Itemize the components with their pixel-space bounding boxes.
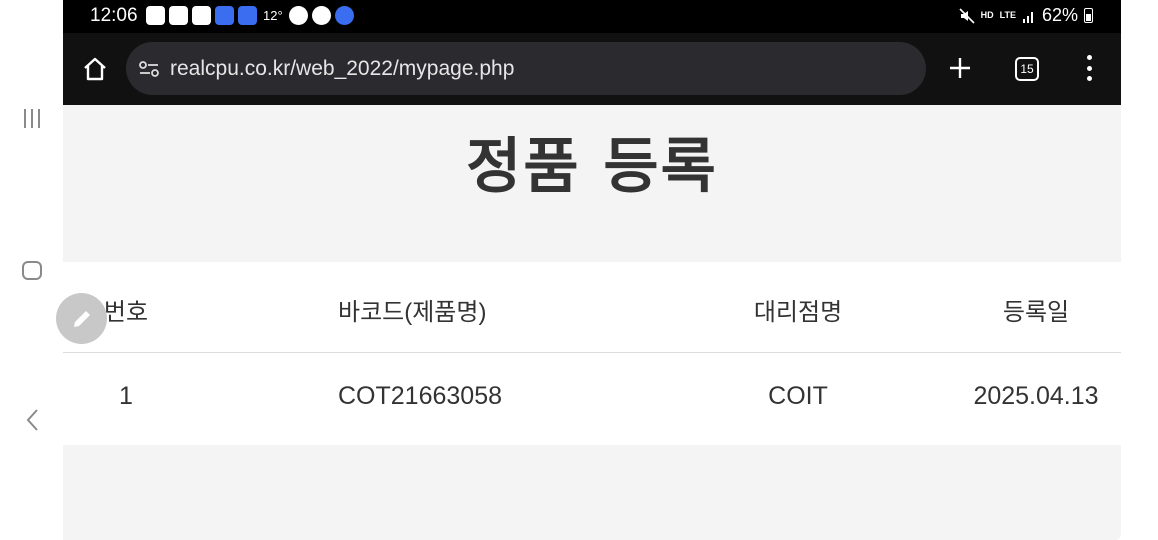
super-sol-icon	[334, 6, 354, 25]
webtoon-icon	[192, 6, 211, 25]
pencil-icon	[73, 310, 90, 327]
notification-icons: 12°	[146, 6, 354, 25]
cell-barcode: COT21663058	[338, 382, 503, 410]
mute-icon	[959, 7, 975, 24]
header-date: 등록일	[1002, 299, 1070, 326]
home-system-button[interactable]	[0, 250, 63, 290]
on-app-icon	[146, 6, 165, 25]
home-icon[interactable]	[81, 55, 109, 83]
system-navigation-bar	[0, 0, 63, 540]
url-text: realcpu.co.kr/web_2022/mypage.php	[170, 56, 515, 80]
network-label: LTE	[999, 10, 1016, 20]
back-chevron-icon	[26, 409, 38, 431]
header-number: 번호	[103, 299, 149, 326]
shield-icon	[311, 6, 331, 25]
address-bar[interactable]: realcpu.co.kr/web_2022/mypage.php	[126, 42, 926, 95]
table-header-row: 번호 바코드(제품명) 대리점명 등록일	[63, 262, 1121, 353]
app-blue-icon	[238, 6, 257, 25]
new-tab-plus-icon[interactable]	[949, 57, 971, 79]
status-right: HD LTE 62%	[959, 5, 1093, 26]
header-agency: 대리점명	[753, 299, 843, 326]
app-blue-icon	[215, 6, 234, 25]
battery-percent: 62%	[1041, 5, 1078, 25]
tab-switcher-button[interactable]: 15	[1015, 57, 1039, 81]
status-time: 12:06	[90, 5, 138, 26]
status-bar: 12:06 12° HD LTE 62%	[63, 0, 1121, 33]
battery-icon	[1084, 8, 1093, 23]
edit-floating-button[interactable]	[56, 293, 107, 344]
temperature: 12°	[263, 8, 283, 23]
site-settings-icon[interactable]	[138, 58, 160, 80]
table-row[interactable]: 1 COT21663058 COIT 2025.04.13	[63, 354, 1121, 445]
cell-number: 1	[119, 382, 133, 410]
signal-icon	[1022, 11, 1033, 23]
home-square-icon	[21, 260, 42, 280]
page-title: 정품 등록	[466, 132, 718, 202]
cell-agency: COIT	[768, 382, 828, 410]
browser-toolbar: realcpu.co.kr/web_2022/mypage.php 15	[63, 33, 1121, 105]
ap-icon	[288, 6, 308, 25]
news-icon	[169, 6, 188, 25]
registration-table: 번호 바코드(제품명) 대리점명 등록일 1 COT21663058 COIT …	[63, 262, 1121, 445]
recents-button[interactable]	[0, 98, 63, 138]
more-menu-icon[interactable]	[1085, 55, 1093, 81]
back-button[interactable]	[0, 400, 63, 440]
screen-edge	[1121, 0, 1158, 540]
header-barcode: 바코드(제품명)	[338, 299, 487, 326]
hd-voice-label: HD	[980, 10, 994, 20]
phone-screen: 12:06 12° HD LTE 62% realcpu.co.kr/web_2…	[63, 0, 1121, 540]
recents-icon	[23, 108, 40, 128]
cell-date: 2025.04.13	[973, 382, 1099, 410]
